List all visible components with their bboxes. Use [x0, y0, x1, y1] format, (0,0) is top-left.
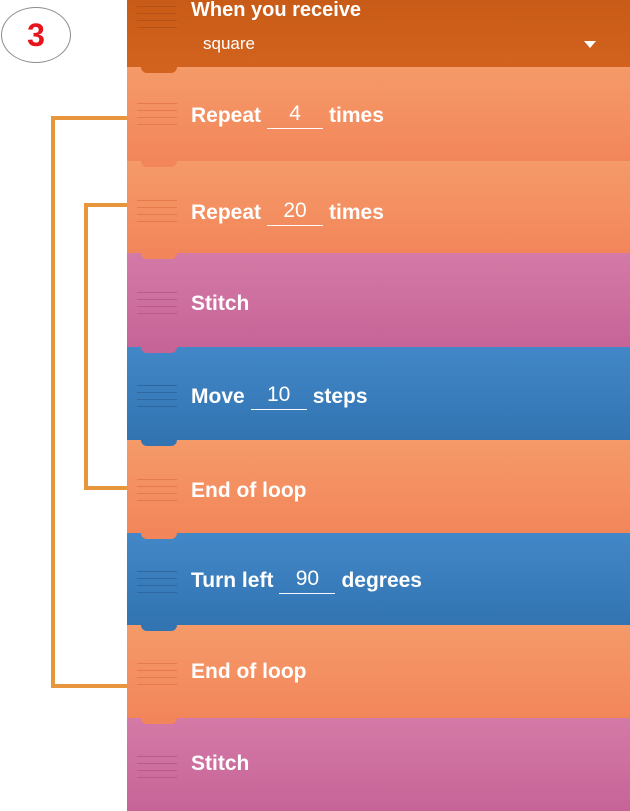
script-area: When you receive square Repeat 4 times R… — [127, 0, 630, 811]
repeat-brick-text: Repeat 20 times — [191, 200, 384, 226]
steps-label: steps — [312, 385, 368, 408]
script-canvas: 3 When you receive square Repeat 4 times — [0, 0, 630, 811]
step-number-badge: 3 — [1, 7, 71, 63]
degrees-label: degrees — [341, 569, 422, 592]
inner-loop-bracket — [84, 203, 127, 490]
end-of-loop-label: End of loop — [191, 660, 307, 683]
drag-handle-icon[interactable] — [137, 663, 177, 685]
brick-notch — [141, 161, 177, 167]
drag-handle-icon[interactable] — [137, 756, 177, 778]
drag-handle-icon[interactable] — [137, 103, 177, 125]
repeat-count-field[interactable]: 4 — [267, 103, 324, 129]
repeat-brick[interactable]: Repeat 4 times — [127, 67, 630, 161]
drag-handle-icon[interactable] — [137, 6, 177, 28]
move-label: Move — [191, 385, 245, 408]
stitch-brick[interactable]: Stitch — [127, 718, 630, 811]
turn-left-brick-text: Turn left 90 degrees — [191, 568, 422, 594]
turn-left-brick[interactable]: Turn left 90 degrees — [127, 533, 630, 625]
move-brick-text: Move 10 steps — [191, 384, 368, 410]
end-of-loop-brick[interactable]: End of loop — [127, 625, 630, 718]
brick-notch — [141, 253, 177, 259]
end-of-loop-brick[interactable]: End of loop — [127, 440, 630, 533]
brick-notch — [141, 440, 177, 446]
end-of-loop-label: End of loop — [191, 479, 307, 502]
degrees-field[interactable]: 90 — [279, 568, 336, 594]
repeat-brick[interactable]: Repeat 20 times — [127, 161, 630, 253]
drag-handle-icon[interactable] — [137, 292, 177, 314]
brick-notch — [141, 533, 177, 539]
repeat-label: Repeat — [191, 201, 262, 224]
stitch-label: Stitch — [191, 752, 250, 775]
brick-notch — [141, 347, 177, 353]
caret-down-icon[interactable] — [584, 41, 596, 48]
move-steps-brick[interactable]: Move 10 steps — [127, 347, 630, 440]
repeat-label: Repeat — [191, 104, 262, 127]
steps-field[interactable]: 10 — [250, 384, 307, 410]
drag-handle-icon[interactable] — [137, 200, 177, 222]
turn-left-label: Turn left — [191, 569, 274, 592]
when-you-receive-brick[interactable]: When you receive square — [127, 0, 630, 67]
drag-handle-icon[interactable] — [137, 479, 177, 501]
drag-handle-icon[interactable] — [137, 385, 177, 407]
stitch-label: Stitch — [191, 292, 250, 315]
brick-notch — [141, 625, 177, 631]
times-label: times — [329, 104, 384, 127]
when-you-receive-label: When you receive — [191, 0, 362, 21]
repeat-count-field[interactable]: 20 — [267, 200, 324, 226]
times-label: times — [329, 201, 384, 224]
brick-notch — [141, 67, 177, 73]
brick-notch — [141, 718, 177, 724]
step-number: 3 — [27, 16, 45, 53]
message-dropdown[interactable]: square — [203, 34, 255, 54]
stitch-brick[interactable]: Stitch — [127, 253, 630, 347]
drag-handle-icon[interactable] — [137, 571, 177, 593]
repeat-brick-text: Repeat 4 times — [191, 103, 384, 129]
